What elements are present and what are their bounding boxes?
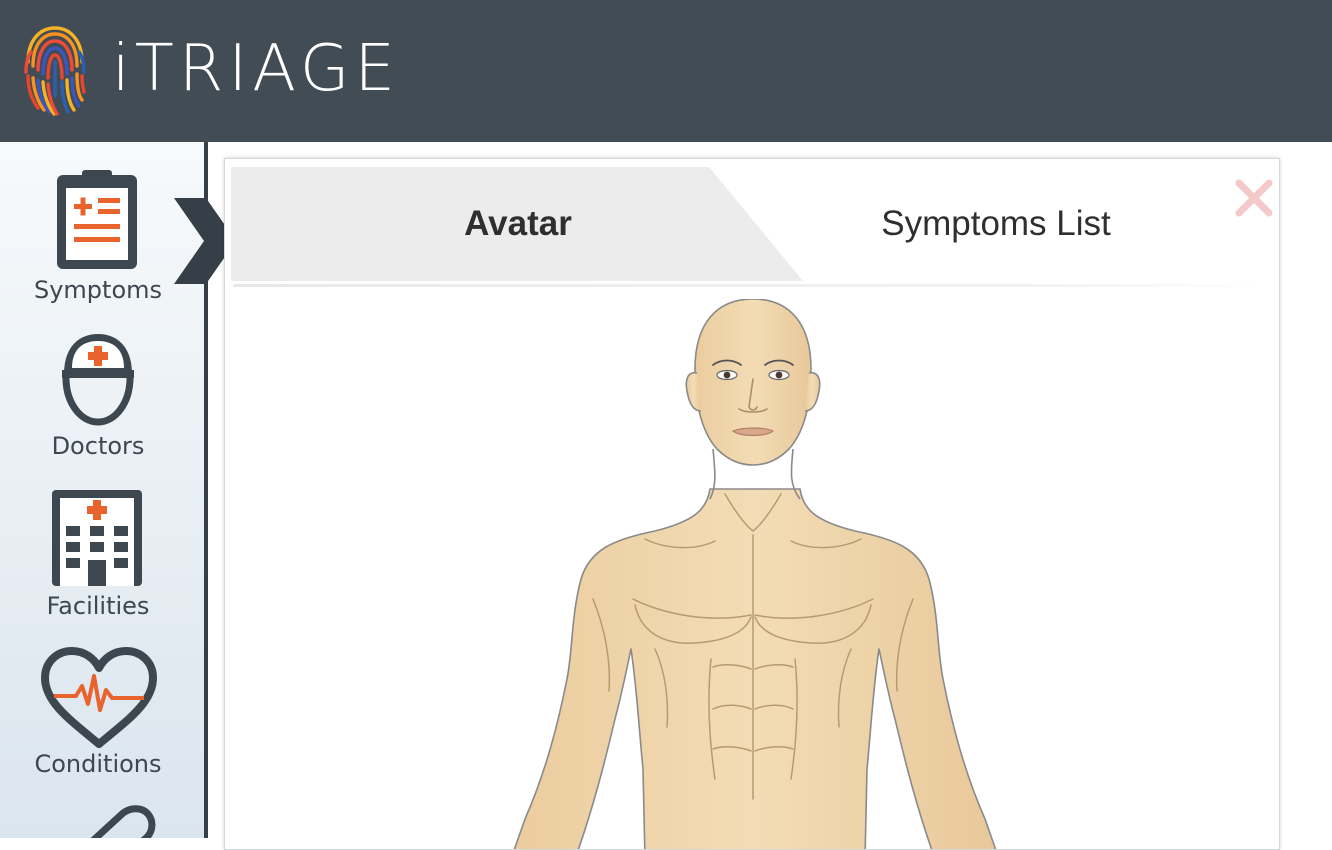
tab-symptoms-list[interactable]: Symptoms List xyxy=(821,167,1171,281)
sidebar-item-symptoms[interactable]: Symptoms xyxy=(0,160,196,310)
sidebar-item-doctors[interactable]: Doctors xyxy=(0,320,196,470)
sidebar-item-conditions[interactable]: Conditions xyxy=(0,640,196,790)
tab-divider xyxy=(233,284,1263,287)
symptoms-panel: Avatar Symptoms List xyxy=(224,158,1280,850)
close-icon[interactable] xyxy=(1233,177,1275,219)
tab-bar: Avatar Symptoms List xyxy=(231,167,1271,281)
tab-symptoms-list-label: Symptoms List xyxy=(881,204,1111,243)
clipboard-icon xyxy=(57,170,137,269)
fingerprint-logo-icon xyxy=(24,26,86,116)
doctor-icon xyxy=(62,334,134,426)
sidebar-item-label: Conditions xyxy=(34,750,162,778)
heart-pulse-icon xyxy=(41,647,157,748)
sidebar-item-medications[interactable] xyxy=(0,798,196,838)
sidebar-item-facilities[interactable]: Facilities xyxy=(0,482,196,632)
sidebar-item-label: Symptoms xyxy=(33,276,163,304)
pill-icon xyxy=(90,805,156,838)
sidebar-item-label: Facilities xyxy=(46,592,150,620)
tab-avatar-label: Avatar xyxy=(464,204,572,243)
human-body-avatar[interactable] xyxy=(225,299,1279,849)
hospital-icon xyxy=(52,490,142,586)
app-header: iTRIAGE xyxy=(0,0,1332,142)
tab-avatar[interactable]: Avatar xyxy=(231,167,805,281)
sidebar-item-label: Doctors xyxy=(51,432,145,460)
app-brand-title: iTRIAGE xyxy=(112,32,400,106)
